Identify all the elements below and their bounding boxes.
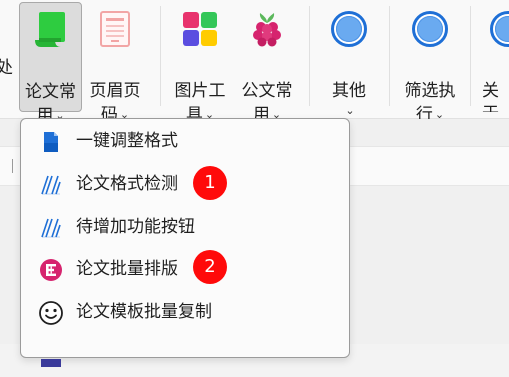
ribbon-separator [309, 6, 310, 106]
blue-circle-icon [328, 8, 370, 50]
image-tools-button[interactable]: 图片工 具 ⌄ [168, 2, 232, 125]
header-page-icon [94, 8, 136, 50]
smiley-icon [38, 300, 64, 326]
partial-item-icon [38, 345, 64, 371]
menu-item-one-click-format[interactable]: 一键调整格式 [21, 121, 349, 161]
about-label: 关于 件 [482, 81, 499, 112]
ruler-tick [12, 159, 13, 173]
menu-item-label: 论文批量排版 [76, 259, 178, 279]
menu-item-batch-layout[interactable]: 论文批量排版 2 [21, 249, 349, 289]
ribbon-separator [160, 6, 161, 106]
blue-document-icon [38, 129, 64, 155]
ribbon-toolbar: 处 论文常 用 ⌄ 页眉页 码 ⌄ 图片工 具 ⌄ 公文常 用 ⌄ 其他 ⌄ 筛… [0, 0, 509, 126]
four-color-grid-icon [179, 8, 221, 50]
paper-common-dropdown-menu: 一键调整格式 论文格式检测 1 待增加功能按钮 论文批量排版 2 论文模板批量复… [20, 118, 350, 367]
menu-item-label: 一键调整格式 [76, 131, 178, 151]
blue-circle-icon [487, 8, 509, 50]
filter-execute-button[interactable]: 筛选执 行 ⌄ [397, 2, 463, 125]
number-badge: 1 [193, 166, 227, 200]
ribbon-partial-button[interactable]: 处 [0, 2, 16, 112]
menu-item-label: 论文模板批量复制 [76, 302, 212, 322]
blue-stripes-icon [38, 215, 64, 241]
ribbon-separator [470, 6, 471, 106]
raspberry-icon [246, 8, 288, 50]
other-button[interactable]: 其他 ⌄ [318, 2, 380, 117]
about-button[interactable]: 关于 件 [478, 2, 509, 112]
menu-item-pending-feature[interactable]: 待增加功能按钮 [21, 207, 349, 247]
menu-item-label: 待增加功能按钮 [76, 217, 195, 237]
magenta-e-icon [38, 257, 64, 283]
header-page-button[interactable]: 页眉页 码 ⌄ [84, 2, 146, 125]
blue-circle-icon [409, 8, 451, 50]
other-label: 其他 [332, 81, 366, 101]
menu-item-partial[interactable] [21, 337, 349, 377]
official-doc-button[interactable]: 公文常 用 ⌄ [235, 2, 299, 125]
menu-item-label: 论文格式检测 [76, 174, 178, 194]
ribbon-separator [389, 6, 390, 106]
number-badge: 2 [193, 250, 227, 284]
menu-item-template-batch-copy[interactable]: 论文模板批量复制 [21, 292, 349, 332]
green-document-icon [30, 9, 72, 51]
blue-stripes-icon [38, 172, 64, 198]
menu-item-format-check[interactable]: 论文格式检测 1 [21, 164, 349, 204]
ribbon-partial-label: 处 [0, 58, 13, 78]
paper-common-button[interactable]: 论文常 用 ⌄ [19, 2, 82, 126]
